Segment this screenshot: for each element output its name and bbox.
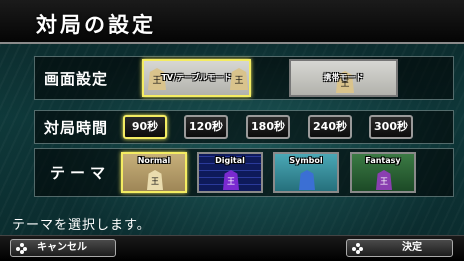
handheld-mode-label: 携帯モード [323, 73, 364, 82]
page-title: 対局の設定 [36, 13, 156, 37]
time-300-button[interactable]: 300秒 [369, 115, 413, 139]
time-90-button[interactable]: 90秒 [123, 115, 167, 139]
tv-table-mode-label: TV/テーブルモード [161, 73, 232, 82]
theme-normal-label: Normal [137, 156, 171, 165]
confirm-label: 決定 [402, 242, 422, 253]
time-240-button[interactable]: 240秒 [308, 115, 352, 139]
time-120-button[interactable]: 120秒 [184, 115, 228, 139]
theme-digital-label: Digital [215, 156, 245, 165]
dpad-icon [352, 243, 363, 254]
symbol-piece-icon [299, 170, 315, 190]
dpad-icon [16, 243, 27, 254]
theme-label: テーマ [50, 164, 111, 182]
cancel-label: キャンセル [37, 242, 87, 253]
theme-digital-button[interactable]: Digital 王 [197, 152, 263, 193]
theme-fantasy-label: Fantasy [365, 156, 401, 165]
time-180-button[interactable]: 180秒 [246, 115, 290, 139]
theme-symbol-label: Symbol [289, 156, 323, 165]
digital-piece-icon: 王 [223, 170, 239, 190]
handheld-mode-button[interactable]: 王 携帯モード [289, 59, 398, 97]
shogi-piece-icon: 王 [147, 170, 163, 190]
display-mode-label: 画面設定 [44, 70, 109, 88]
title-bar: 対局の設定 [0, 0, 464, 44]
theme-normal-button[interactable]: Normal 王 [121, 152, 187, 193]
confirm-button[interactable]: 決定 [346, 239, 453, 257]
cancel-button[interactable]: キャンセル [10, 239, 116, 257]
theme-symbol-button[interactable]: Symbol [273, 152, 339, 193]
tv-table-mode-button[interactable]: 王 王 TV/テーブルモード [142, 59, 251, 97]
status-text: テーマを選択します。 [12, 218, 151, 233]
time-label: 対局時間 [44, 119, 109, 137]
fantasy-piece-icon: 王 [376, 170, 392, 190]
theme-fantasy-button[interactable]: Fantasy 王 [350, 152, 416, 193]
